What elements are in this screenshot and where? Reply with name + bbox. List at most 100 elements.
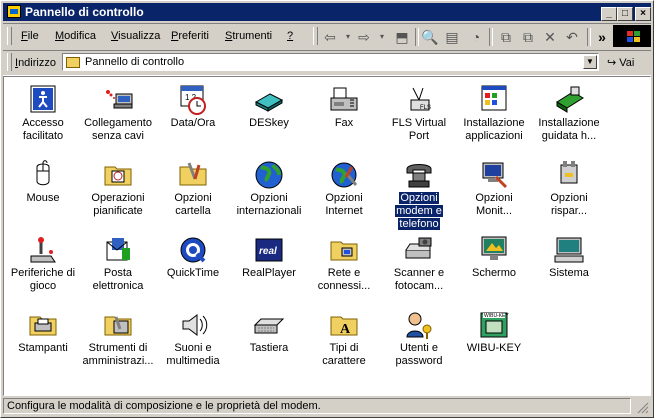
- cp-item-label-line: gioco: [29, 280, 57, 292]
- cp-item-label-line: WIBU-KEY: [466, 342, 522, 354]
- addressbar-grip[interactable]: [7, 53, 12, 71]
- cp-item-label-line: internazionali: [236, 205, 302, 217]
- toolbar-overflow-icon[interactable]: »: [593, 29, 611, 45]
- cp-item-mouse[interactable]: Mouse: [6, 155, 80, 227]
- move-to-icon[interactable]: ⧉: [497, 29, 515, 45]
- address-label: Indirizzo: [15, 57, 56, 69]
- status-text: Configura le modalità di composizione e …: [3, 398, 631, 414]
- control-panel-items: Accesso facilitato Collegamento senza cavi 1…: [3, 76, 651, 396]
- menu-help[interactable]: ?: [287, 30, 293, 42]
- cp-item-network-connections[interactable]: Rete e connessi...: [307, 230, 381, 302]
- cp-item-system[interactable]: Sistema: [532, 230, 606, 302]
- cp-item-scanners-cameras[interactable]: Scanner e fotocam...: [382, 230, 456, 302]
- wibu-key-icon: WIBU-KEY: [478, 309, 510, 341]
- cp-item-scheduled-tasks[interactable]: Operazioni pianificate: [81, 155, 155, 227]
- cp-item-label-line: Sistema: [549, 267, 589, 279]
- cp-item-label-line: Suoni e: [174, 342, 212, 354]
- mail-icon: [102, 234, 134, 266]
- address-input[interactable]: Pannello di controllo ▼: [62, 53, 599, 71]
- menu-toolbar-row: File Modifica Visualizza Preferiti Strum…: [3, 23, 651, 51]
- cp-item-label-line: Tastiera: [249, 342, 289, 354]
- cp-item-label-line: Port: [408, 130, 430, 142]
- date-time-icon: 1 2: [177, 84, 209, 116]
- menu-preferiti[interactable]: Preferiti: [171, 30, 209, 42]
- cp-item-power-options[interactable]: Opzioni rispar...: [532, 155, 606, 227]
- cp-item-realplayer[interactable]: real RealPlayer: [232, 230, 306, 302]
- delete-icon[interactable]: ✕: [541, 29, 559, 45]
- cp-item-fls-virtual-port[interactable]: FLS FLS Virtual Port: [382, 80, 456, 152]
- cp-item-label-line: Tipi di: [329, 342, 359, 354]
- cp-item-label-line: password: [395, 355, 443, 367]
- cp-item-label: RealPlayer: [232, 267, 306, 280]
- cp-item-label: FLS Virtual Port: [382, 117, 456, 143]
- cp-item-printers[interactable]: Stampanti: [6, 305, 80, 377]
- display-icon: [478, 234, 510, 266]
- resize-grip-icon[interactable]: [633, 398, 649, 414]
- cp-item-label: QuickTime: [156, 267, 230, 280]
- cp-item-display[interactable]: Schermo: [457, 230, 531, 302]
- cp-item-label-line: guidata h...: [541, 130, 597, 142]
- cp-item-date-time[interactable]: 1 2 Data/Ora: [156, 80, 230, 152]
- cp-item-users-passwords[interactable]: Utenti e password: [382, 305, 456, 377]
- game-controllers-icon: [27, 234, 59, 266]
- folders-icon[interactable]: ▤: [443, 29, 461, 45]
- address-dropdown-button[interactable]: ▼: [583, 55, 597, 69]
- history-icon[interactable]: ◔: [467, 29, 485, 45]
- close-button[interactable]: ×: [635, 7, 651, 21]
- cp-item-monitor-options[interactable]: Opzioni Monit...: [457, 155, 531, 227]
- sounds-multimedia-icon: [177, 309, 209, 341]
- forward-dropdown-icon[interactable]: ▾: [373, 29, 391, 45]
- cp-item-label-line: Strumenti di: [88, 342, 148, 354]
- cp-item-phone-modem[interactable]: Opzioni modem e telefono: [382, 155, 456, 230]
- cp-item-label-line: amministrazi...: [82, 355, 154, 367]
- cp-item-label-line: rispar...: [550, 205, 588, 217]
- undo-icon[interactable]: ↶: [563, 29, 581, 45]
- cp-item-label: Utenti e password: [382, 342, 456, 368]
- cp-item-fax[interactable]: Fax: [307, 80, 381, 152]
- cp-item-folder-options[interactable]: Opzioni cartella: [156, 155, 230, 227]
- power-options-icon: [553, 159, 585, 191]
- cp-item-quicktime[interactable]: QuickTime: [156, 230, 230, 302]
- maximize-button[interactable]: □: [617, 7, 633, 21]
- cp-item-label: WIBU-KEY: [457, 342, 531, 355]
- cp-item-game-controllers[interactable]: Periferiche di gioco: [6, 230, 80, 302]
- minimize-button[interactable]: _: [601, 7, 617, 21]
- search-icon[interactable]: 🔍: [421, 29, 439, 45]
- cp-item-admin-tools[interactable]: Strumenti di amministrazi...: [81, 305, 155, 377]
- cp-item-internet-options[interactable]: Opzioni Internet: [307, 155, 381, 227]
- cp-item-keyboard[interactable]: Tastiera: [232, 305, 306, 377]
- menubar-grip[interactable]: [7, 27, 12, 45]
- fonts-icon: A: [328, 309, 360, 341]
- toolbar-grip[interactable]: [313, 27, 318, 45]
- cp-item-wireless-link[interactable]: Collegamento senza cavi: [81, 80, 155, 152]
- menu-visualizza[interactable]: Visualizza: [111, 30, 160, 42]
- cp-item-label: Strumenti di amministrazi...: [81, 342, 155, 368]
- copy-to-icon[interactable]: ⧉: [519, 29, 537, 45]
- scanners-cameras-icon: [403, 234, 435, 266]
- back-arrow-icon[interactable]: ⇦: [321, 29, 339, 45]
- title-bar[interactable]: Pannello di controllo _ □ ×: [3, 3, 651, 21]
- go-button[interactable]: ↪ Vai: [607, 56, 634, 69]
- forward-arrow-icon[interactable]: ⇨: [355, 29, 373, 45]
- up-folder-icon[interactable]: ⬒: [393, 29, 411, 45]
- cp-item-wibu-key[interactable]: WIBU-KEY WIBU-KEY: [457, 305, 531, 377]
- menu-strumenti[interactable]: Strumenti: [225, 30, 272, 42]
- scheduled-tasks-icon: [102, 159, 134, 191]
- cp-item-sounds-multimedia[interactable]: Suoni e multimedia: [156, 305, 230, 377]
- cp-item-fonts[interactable]: A Tipi di carattere: [307, 305, 381, 377]
- add-hardware-icon: [553, 84, 585, 116]
- cp-item-accessibility[interactable]: Accesso facilitato: [6, 80, 80, 152]
- cp-item-mail[interactable]: Posta elettronica: [81, 230, 155, 302]
- fax-icon: [328, 84, 360, 116]
- status-bar: Configura le modalità di composizione e …: [3, 397, 651, 415]
- cp-item-label: Stampanti: [6, 342, 80, 355]
- cp-item-regional-options[interactable]: Opzioni internazionali: [232, 155, 306, 227]
- cp-item-label-line: Mouse: [26, 192, 60, 204]
- cp-item-deskey[interactable]: DESkey: [232, 80, 306, 152]
- address-bar-row: Indirizzo Pannello di controllo ▼ ↪ Vai: [3, 50, 651, 76]
- cp-item-label: Tipi di carattere: [307, 342, 381, 368]
- cp-item-add-remove-programs[interactable]: Installazione applicazioni: [457, 80, 531, 152]
- cp-item-add-hardware[interactable]: Installazione guidata h...: [532, 80, 606, 152]
- menu-file[interactable]: File: [21, 30, 39, 42]
- menu-modifica[interactable]: Modifica: [55, 30, 96, 42]
